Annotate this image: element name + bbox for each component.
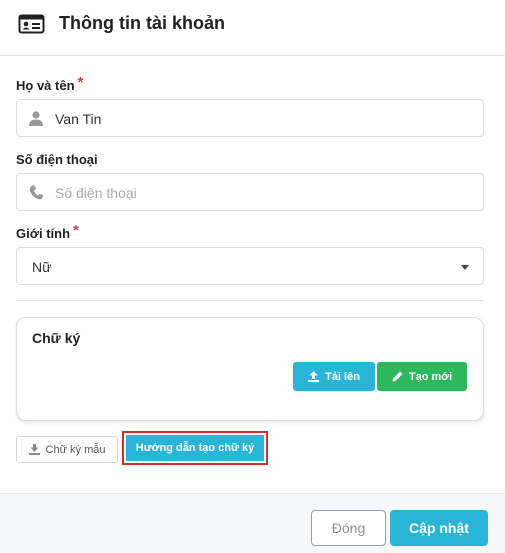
phone-placeholder: Số điện thoại <box>55 185 137 201</box>
name-value: Van Tin <box>55 111 102 127</box>
upload-button-label: Tải lên <box>325 370 360 383</box>
required-mark: * <box>73 222 79 239</box>
phone-icon <box>29 185 43 200</box>
dialog-footer: Đóng Cập nhật <box>0 493 505 553</box>
user-icon <box>29 111 43 126</box>
id-card-icon <box>18 14 45 34</box>
dialog-header: Thông tin tài khoản <box>0 0 505 56</box>
close-button[interactable]: Đóng <box>311 510 386 546</box>
chevron-down-icon <box>461 265 469 270</box>
sample-signature-button[interactable]: Chữ ký mẫu <box>16 436 118 463</box>
upload-button[interactable]: Tải lên <box>293 362 375 391</box>
create-button-label: Tạo mới <box>408 370 453 383</box>
name-label-text: Họ và tên <box>16 78 75 93</box>
sample-button-label: Chữ ký mẫu <box>45 443 106 456</box>
gender-select[interactable]: Nữ <box>16 247 484 285</box>
update-button[interactable]: Cập nhật <box>390 510 488 546</box>
gender-label: Giới tính * <box>16 223 79 242</box>
signature-panel: Chữ ký Tải lên Tạo mới <box>16 317 484 421</box>
download-icon <box>28 444 40 455</box>
guide-highlight-frame: Hướng dẫn tạo chữ ký <box>122 431 268 465</box>
pencil-icon <box>392 371 403 382</box>
signature-guide-button[interactable]: Hướng dẫn tạo chữ ký <box>126 435 264 461</box>
signature-title: Chữ ký <box>32 330 81 346</box>
phone-label: Số điện thoại <box>16 152 98 167</box>
dialog-title: Thông tin tài khoản <box>59 13 225 33</box>
name-label: Họ và tên * <box>16 75 83 94</box>
divider <box>16 300 484 301</box>
name-field[interactable]: Van Tin <box>16 99 484 137</box>
upload-icon <box>308 371 320 382</box>
phone-field[interactable]: Số điện thoại <box>16 173 484 211</box>
required-mark: * <box>77 74 84 91</box>
gender-selected-value: Nữ <box>32 259 52 275</box>
gender-label-text: Giới tính <box>16 226 71 241</box>
create-signature-button[interactable]: Tạo mới <box>377 362 467 391</box>
